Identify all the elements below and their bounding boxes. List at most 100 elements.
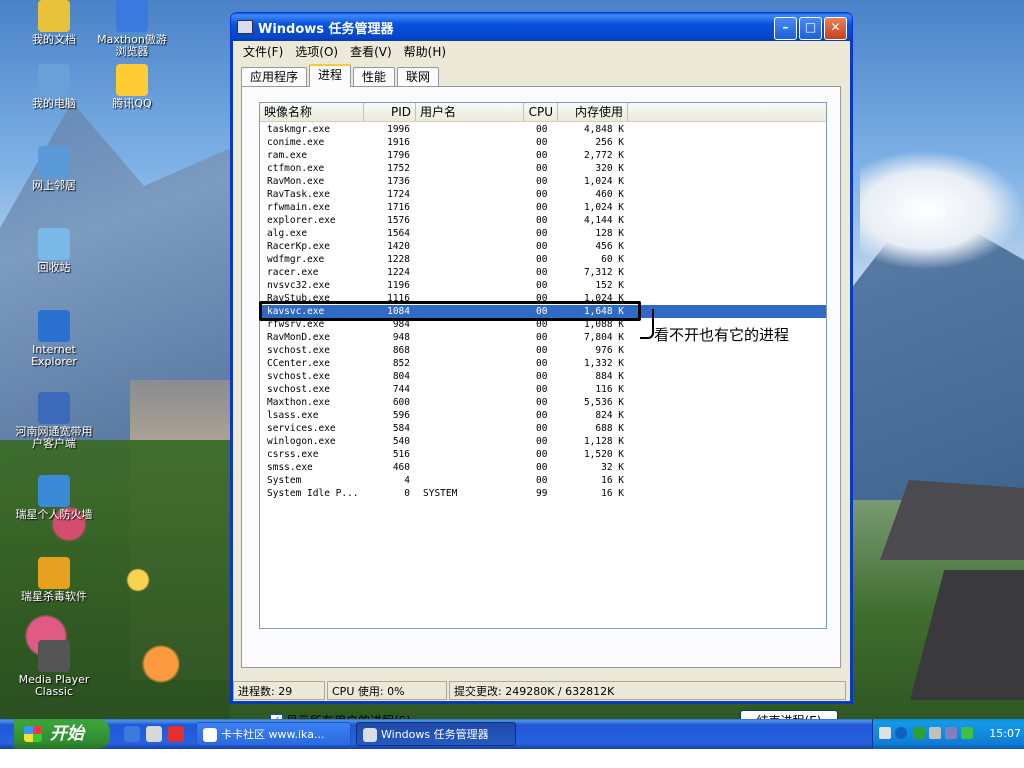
process-row[interactable]: smss.exe 460 00 32 K: [260, 461, 826, 474]
process-mem: 460 K: [595, 189, 624, 200]
process-pid: 4: [404, 475, 410, 486]
column-header-pid[interactable]: PID: [364, 103, 416, 121]
tray-network-icon[interactable]: [913, 727, 925, 739]
process-row[interactable]: CCenter.exe 852 00 1,332 K: [260, 357, 826, 370]
desktop-icon[interactable]: Internet Explorer: [14, 310, 94, 368]
process-name: wdfmgr.exe: [267, 254, 325, 265]
process-row[interactable]: lsass.exe 596 00 824 K: [260, 409, 826, 422]
desktop-icon[interactable]: 河南网通宽带用户客户端: [14, 392, 94, 450]
desktop-icon[interactable]: 腾讯QQ: [92, 64, 172, 110]
process-mem: 116 K: [595, 384, 624, 395]
desktop-icon[interactable]: Media Player Classic: [14, 640, 94, 698]
process-pid: 596: [392, 410, 410, 421]
process-cpu: 00: [536, 358, 548, 369]
taskbar-button[interactable]: 卡卡社区 www.ika...: [196, 722, 351, 746]
process-row[interactable]: System 4 00 16 K: [260, 474, 826, 487]
desktop-icon[interactable]: 我的文档: [14, 0, 94, 46]
process-row[interactable]: explorer.exe 1576 00 4,144 K: [260, 214, 826, 227]
process-cpu: 00: [536, 228, 548, 239]
process-row[interactable]: alg.exe 1564 00 128 K: [260, 227, 826, 240]
desktop-icon[interactable]: 瑞星个人防火墙: [14, 475, 94, 521]
process-row[interactable]: rfwmain.exe 1716 00 1,024 K: [260, 201, 826, 214]
tray-display-icon[interactable]: [929, 727, 941, 739]
process-cpu: 00: [536, 410, 548, 421]
tray-clock[interactable]: 15:07: [989, 719, 1021, 749]
process-row[interactable]: ram.exe 1796 00 2,772 K: [260, 149, 826, 162]
process-row[interactable]: ctfmon.exe 1752 00 320 K: [260, 162, 826, 175]
quicklaunch-browser-icon[interactable]: [124, 726, 140, 742]
menu-item[interactable]: 文件(F): [237, 43, 289, 60]
minimize-button[interactable]: –: [774, 17, 797, 40]
tab-0[interactable]: 应用程序: [241, 67, 308, 86]
close-button[interactable]: ✕: [824, 17, 847, 40]
column-header-memory[interactable]: 内存使用: [558, 103, 628, 121]
process-mem: 976 K: [595, 345, 624, 356]
process-cpu: 00: [536, 254, 548, 265]
start-button[interactable]: 开始: [14, 719, 110, 749]
quicklaunch-tool-icon[interactable]: [146, 726, 162, 742]
process-row[interactable]: System Idle P... 0 SYSTEM 99 16 K: [260, 487, 826, 500]
desktop-icon[interactable]: 我的电脑: [14, 64, 94, 110]
desktop-icon-label: 我的文档: [32, 33, 76, 46]
process-row[interactable]: Maxthon.exe 600 00 5,536 K: [260, 396, 826, 409]
column-header-image-name[interactable]: 映像名称: [260, 103, 364, 121]
tray-expand-icon[interactable]: [895, 727, 907, 739]
taskbar-button-label: 卡卡社区 www.ika...: [221, 728, 325, 741]
taskbar-button[interactable]: Windows 任务管理器: [356, 722, 516, 746]
process-row[interactable]: conime.exe 1916 00 256 K: [260, 136, 826, 149]
process-row[interactable]: svchost.exe 804 00 884 K: [260, 370, 826, 383]
tray-umbrella-icon[interactable]: [961, 727, 973, 739]
process-row[interactable]: wdfmgr.exe 1228 00 60 K: [260, 253, 826, 266]
tray-speaker-icon[interactable]: [945, 727, 957, 739]
process-pid: 1196: [387, 280, 410, 291]
tray-keyboard-icon[interactable]: [879, 727, 891, 739]
process-row[interactable]: winlogon.exe 540 00 1,128 K: [260, 435, 826, 448]
column-header-cpu[interactable]: CPU: [524, 103, 558, 121]
tab-3[interactable]: 联网: [397, 67, 440, 86]
tab-1[interactable]: 进程: [309, 64, 352, 87]
process-row[interactable]: RavMon.exe 1736 00 1,024 K: [260, 175, 826, 188]
process-mem: 1,332 K: [583, 358, 624, 369]
desktop-icon[interactable]: 网上邻居: [14, 146, 94, 192]
process-row[interactable]: csrss.exe 516 00 1,520 K: [260, 448, 826, 461]
desktop-app-icon: [38, 64, 70, 96]
process-row[interactable]: nvsvc32.exe 1196 00 152 K: [260, 279, 826, 292]
process-name: svchost.exe: [267, 345, 330, 356]
process-row[interactable]: svchost.exe 868 00 976 K: [260, 344, 826, 357]
process-cpu: 00: [536, 423, 548, 434]
quicklaunch-kav-icon[interactable]: [168, 726, 184, 742]
process-name: racer.exe: [267, 267, 319, 278]
menu-item[interactable]: 选项(O): [289, 43, 344, 60]
process-pid: 804: [392, 371, 410, 382]
bottom-strip: [0, 749, 1024, 768]
process-row[interactable]: RacerKp.exe 1420 00 456 K: [260, 240, 826, 253]
process-mem: 320 K: [595, 163, 624, 174]
process-list[interactable]: 映像名称 PID 用户名 CPU 内存使用 taskmgr.exe 1996 00 4…: [259, 102, 827, 629]
desktop-icon-label: 瑞星个人防火墙: [15, 508, 93, 521]
column-header-user[interactable]: 用户名: [416, 103, 524, 121]
system-tray: 15:07: [872, 719, 1024, 749]
menu-item[interactable]: 帮助(H): [398, 43, 452, 60]
maximize-button[interactable]: □: [799, 17, 822, 40]
process-row[interactable]: racer.exe 1224 00 7,312 K: [260, 266, 826, 279]
process-name: services.exe: [267, 423, 336, 434]
menu-item[interactable]: 查看(V): [344, 43, 398, 60]
process-pid: 1736: [387, 176, 410, 187]
process-row[interactable]: taskmgr.exe 1996 00 4,848 K: [260, 123, 826, 136]
process-pid: 600: [392, 397, 410, 408]
process-pid: 1576: [387, 215, 410, 226]
process-name: nvsvc32.exe: [267, 280, 330, 291]
process-pid: 0: [404, 488, 410, 499]
desktop-icon[interactable]: 回收站: [14, 228, 94, 274]
title-bar[interactable]: Windows 任务管理器 – □ ✕: [231, 13, 852, 41]
process-row[interactable]: services.exe 584 00 688 K: [260, 422, 826, 435]
process-cpu: 00: [536, 163, 548, 174]
desktop-icon[interactable]: Maxthon傲游浏览器: [92, 0, 172, 58]
process-mem: 7,804 K: [583, 332, 624, 343]
process-row[interactable]: RavTask.exe 1724 00 460 K: [260, 188, 826, 201]
process-row[interactable]: svchost.exe 744 00 116 K: [260, 383, 826, 396]
tab-2[interactable]: 性能: [353, 67, 396, 86]
tab-strip: 应用程序 进程 性能 联网: [241, 64, 441, 87]
desktop-icon-label: Media Player Classic: [18, 673, 90, 698]
desktop-icon[interactable]: 瑞星杀毒软件: [14, 557, 94, 603]
